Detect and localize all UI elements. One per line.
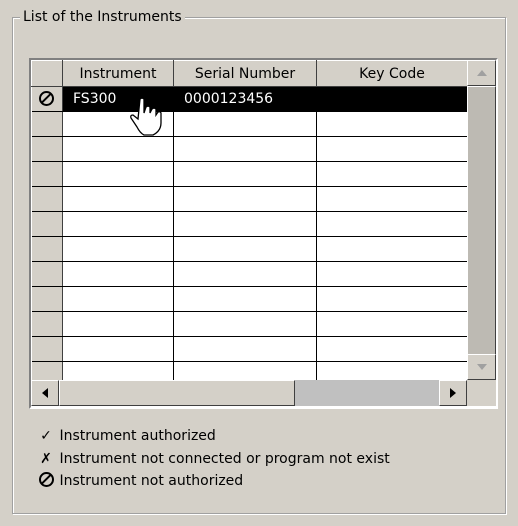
- row-indicator[interactable]: [31, 336, 63, 362]
- groupbox-title: List of the Instruments: [20, 8, 185, 26]
- cell-key-code[interactable]: [316, 261, 468, 287]
- cell-instrument[interactable]: [62, 261, 174, 287]
- cell-instrument[interactable]: [62, 211, 174, 237]
- cross-icon: ✗: [40, 451, 52, 467]
- table-row[interactable]: [31, 211, 468, 237]
- row-indicator[interactable]: [31, 286, 63, 312]
- table-row[interactable]: [31, 311, 468, 337]
- legend-not-authorized: Instrument not authorized: [37, 471, 243, 491]
- scroll-right-button[interactable]: [439, 380, 467, 406]
- cell-instrument[interactable]: [62, 336, 174, 362]
- not-authorized-icon: [39, 90, 55, 106]
- scroll-up-button[interactable]: [467, 60, 496, 86]
- column-header-serial-number[interactable]: Serial Number: [173, 60, 317, 87]
- hand-pointer-cursor-icon: [130, 97, 162, 136]
- cell-key-code[interactable]: [316, 236, 468, 262]
- cell-serial-number[interactable]: [173, 336, 317, 362]
- row-indicator[interactable]: [31, 236, 63, 262]
- not-authorized-icon: [38, 472, 54, 487]
- table-row[interactable]: [31, 161, 468, 187]
- cell-serial-number[interactable]: [173, 211, 317, 237]
- cell-serial-number[interactable]: [173, 261, 317, 287]
- column-header-instrument[interactable]: Instrument: [62, 60, 174, 87]
- vertical-scroll-thumb[interactable]: [467, 86, 496, 356]
- cell-serial-number[interactable]: [173, 311, 317, 337]
- cell-instrument[interactable]: [62, 236, 174, 262]
- cell-serial-number[interactable]: [173, 186, 317, 212]
- cell-key-code[interactable]: [316, 136, 468, 162]
- row-indicator[interactable]: [31, 261, 63, 287]
- row-indicator[interactable]: [31, 186, 63, 212]
- legend-not-connected-label: Instrument not connected or program not …: [59, 451, 390, 467]
- table-row[interactable]: [31, 136, 468, 162]
- cell-instrument[interactable]: [62, 161, 174, 187]
- scroll-left-button[interactable]: [31, 380, 59, 406]
- cell-instrument[interactable]: [62, 311, 174, 337]
- scroll-down-button[interactable]: [467, 354, 496, 380]
- horizontal-scroll-thumb[interactable]: [59, 380, 295, 406]
- cell-instrument[interactable]: [62, 136, 174, 162]
- arrow-down-icon: [476, 364, 487, 370]
- cell-serial-number[interactable]: [173, 161, 317, 187]
- legend-authorized: ✓ Instrument authorized: [37, 426, 216, 446]
- column-header-key-code[interactable]: Key Code: [316, 60, 468, 87]
- cell-key-code[interactable]: [316, 211, 468, 237]
- arrow-up-icon: [476, 70, 487, 76]
- table-row[interactable]: [31, 261, 468, 287]
- scrollbar-corner: [467, 380, 496, 406]
- cell-key-code[interactable]: [316, 186, 468, 212]
- cell-serial-number[interactable]: [173, 236, 317, 262]
- checkmark-icon: ✓: [40, 428, 52, 444]
- cell-key-code[interactable]: [316, 336, 468, 362]
- cell-key-code[interactable]: [316, 161, 468, 187]
- instruments-grid[interactable]: Instrument Serial Number Key Code FS300 0…: [31, 60, 468, 387]
- table-row[interactable]: [31, 111, 468, 137]
- row-indicator[interactable]: [31, 161, 63, 187]
- row-indicator-header: [31, 60, 63, 87]
- legend-not-authorized-label: Instrument not authorized: [59, 473, 244, 489]
- arrow-left-icon: [42, 388, 48, 398]
- cell-instrument[interactable]: [62, 286, 174, 312]
- legend-not-connected: ✗ Instrument not connected or program no…: [37, 449, 390, 469]
- row-indicator[interactable]: [31, 86, 63, 112]
- cell-key-code[interactable]: [316, 111, 468, 137]
- cell-key-code[interactable]: [316, 86, 468, 112]
- table-row[interactable]: [31, 286, 468, 312]
- legend-authorized-label: Instrument authorized: [59, 428, 216, 444]
- cell-key-code[interactable]: [316, 311, 468, 337]
- table-row[interactable]: [31, 186, 468, 212]
- row-indicator[interactable]: [31, 211, 63, 237]
- cell-serial-number[interactable]: [173, 136, 317, 162]
- cell-serial-number[interactable]: [173, 286, 317, 312]
- table-row[interactable]: FS300 0000123456: [31, 86, 468, 112]
- row-indicator[interactable]: [31, 311, 63, 337]
- table-row[interactable]: [31, 336, 468, 362]
- row-indicator[interactable]: [31, 136, 63, 162]
- cell-key-code[interactable]: [316, 286, 468, 312]
- arrow-right-icon: [450, 388, 456, 398]
- row-indicator[interactable]: [31, 111, 63, 137]
- table-row[interactable]: [31, 236, 468, 262]
- cell-instrument[interactable]: [62, 186, 174, 212]
- cell-serial-number[interactable]: 0000123456: [173, 86, 317, 112]
- cell-serial-number[interactable]: [173, 111, 317, 137]
